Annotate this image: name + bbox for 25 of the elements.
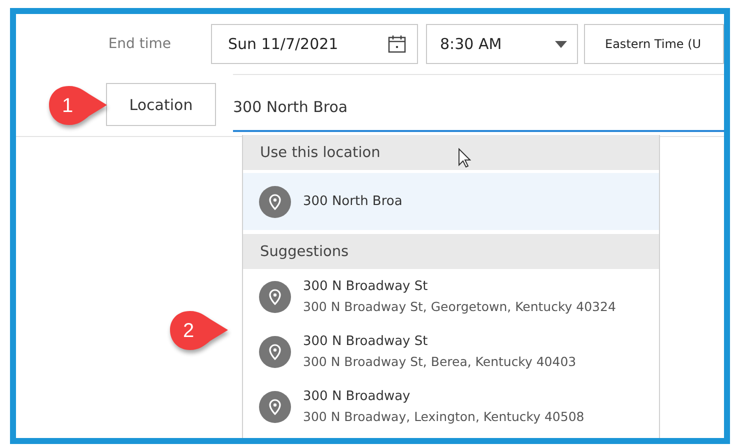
time-dropdown[interactable]: 8:30 AM bbox=[426, 24, 578, 64]
caret-icon bbox=[555, 40, 567, 48]
section-header: Suggestions bbox=[243, 234, 659, 269]
location-pin-icon bbox=[259, 336, 291, 368]
timezone-dropdown[interactable]: Eastern Time (U bbox=[584, 24, 724, 64]
location-pin-icon bbox=[259, 390, 291, 422]
callout-marker: 2 bbox=[168, 309, 230, 353]
location-button[interactable]: Location bbox=[106, 83, 216, 126]
location-option[interactable]: 300 North Broa bbox=[243, 173, 659, 230]
location-input[interactable]: 300 North Broa bbox=[233, 83, 724, 132]
option-address: 300 N Broadway St, Berea, Kentucky 40403 bbox=[303, 354, 576, 369]
option-title: 300 N Broadway St bbox=[303, 279, 429, 294]
option-address: 300 N Broadway St, Georgetown, Kentucky 40324 bbox=[303, 299, 616, 314]
location-pin-icon bbox=[259, 186, 291, 218]
option-address: 300 N Broadway, Lexington, Kentucky 40508 bbox=[303, 409, 584, 424]
option-title: 300 North Broa bbox=[303, 194, 402, 209]
end-time-label: End time bbox=[107, 36, 171, 52]
calendar-icon bbox=[387, 34, 407, 54]
section-header: Use this location bbox=[243, 135, 659, 170]
callout-marker: 1 bbox=[47, 84, 109, 128]
location-pin-icon bbox=[259, 280, 291, 312]
option-title: 300 N Broadway bbox=[303, 389, 412, 404]
date-field[interactable]: Sun 11/7/2021 bbox=[211, 24, 418, 64]
mouse-cursor-icon bbox=[458, 148, 471, 168]
option-title: 300 N Broadway St bbox=[303, 334, 429, 349]
